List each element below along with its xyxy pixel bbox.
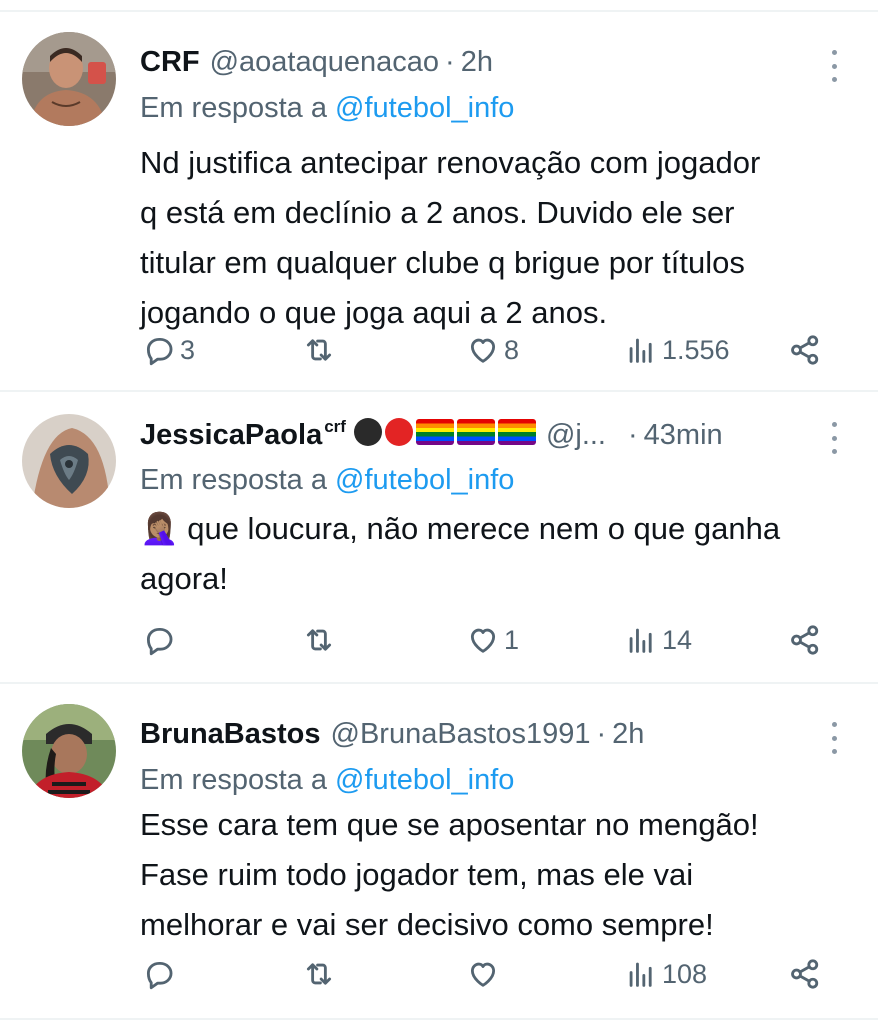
user-handle[interactable]: @aoataquenacao bbox=[210, 44, 439, 80]
reply-button[interactable] bbox=[142, 620, 180, 660]
views-icon bbox=[629, 962, 652, 987]
reply-icon bbox=[146, 961, 173, 990]
display-name[interactable]: JessicaPaola bbox=[140, 417, 322, 453]
more-icon[interactable] bbox=[828, 422, 840, 454]
views-button[interactable]: 14 bbox=[624, 620, 692, 660]
heart-icon bbox=[470, 962, 496, 987]
black-circle-icon bbox=[353, 418, 382, 446]
views-button[interactable]: 1.556 bbox=[624, 330, 730, 370]
avatar-image-icon bbox=[22, 414, 116, 508]
separator: · bbox=[628, 419, 638, 451]
reply-mention-link[interactable]: @futebol_info bbox=[335, 464, 514, 496]
share-icon bbox=[791, 959, 819, 989]
retweet-button[interactable] bbox=[302, 620, 340, 660]
red-circle-icon bbox=[384, 418, 413, 446]
like-button[interactable] bbox=[466, 954, 504, 994]
avatar[interactable] bbox=[22, 32, 116, 126]
reply-icon bbox=[146, 627, 173, 656]
like-count: 1 bbox=[504, 624, 520, 655]
reply-prefix: Em resposta a bbox=[140, 464, 336, 496]
tweet-header: BrunaBastos @BrunaBastos1991 · 2h bbox=[140, 716, 838, 752]
views-count: 14 bbox=[662, 624, 693, 655]
like-button[interactable]: 1 bbox=[466, 620, 519, 660]
like-count: 8 bbox=[504, 334, 520, 365]
avatar-image-icon bbox=[22, 704, 116, 798]
tweet-text-line: melhorar e vai ser decisivo como sempre! bbox=[140, 907, 714, 942]
reply-button[interactable] bbox=[142, 954, 180, 994]
timestamp[interactable]: 2h bbox=[612, 716, 644, 752]
tweet-text-fragment: que loucura, não merece nem o que ganha bbox=[178, 511, 781, 546]
rainbow-flag-icon bbox=[456, 419, 495, 445]
reply-mention-link[interactable]: @futebol_info bbox=[335, 764, 514, 796]
share-button[interactable] bbox=[788, 954, 822, 994]
tweet-text-line: q está em declínio a 2 anos. Duvido ele … bbox=[140, 195, 735, 230]
retweet-button[interactable] bbox=[302, 954, 340, 994]
timestamp[interactable]: 43min bbox=[644, 417, 723, 453]
display-name[interactable]: CRF bbox=[140, 44, 200, 80]
action-bar: 1 14 bbox=[0, 620, 878, 660]
rainbow-flag-icon bbox=[497, 419, 536, 445]
reply-count: 3 bbox=[180, 334, 196, 365]
separator: · bbox=[596, 718, 607, 750]
retweet-icon bbox=[306, 339, 332, 361]
views-count: 108 bbox=[662, 958, 708, 989]
reply-context: Em resposta a @futebol_info bbox=[140, 462, 514, 498]
avatar[interactable] bbox=[22, 704, 116, 798]
action-bar: 3 8 1.556 bbox=[0, 330, 878, 370]
views-icon bbox=[629, 338, 652, 363]
like-button[interactable]: 8 bbox=[466, 330, 519, 370]
display-name[interactable]: BrunaBastos bbox=[140, 716, 321, 752]
share-icon bbox=[791, 335, 819, 365]
reply-context: Em resposta a @futebol_info bbox=[140, 762, 514, 798]
user-handle[interactable]: @BrunaBastos1991 bbox=[331, 716, 591, 752]
action-bar: 108 bbox=[0, 954, 878, 994]
views-icon bbox=[629, 628, 652, 653]
tweet-text: 🤦🏽‍♀️ que loucura, não merece nem o que … bbox=[140, 504, 860, 604]
tweet-header: CRF @aoataquenacao · 2h bbox=[140, 44, 838, 80]
views-count: 1.556 bbox=[662, 334, 730, 365]
tweet-text-line: 🤦🏽‍♀️ que loucura, não merece nem o que … bbox=[140, 504, 860, 554]
separator: · bbox=[445, 46, 455, 78]
tweet-header: JessicaPaola crf @j... · 43min bbox=[140, 416, 838, 452]
tweet-text-line: Nd justifica antecipar renovação com jog… bbox=[140, 145, 761, 180]
facepalm-emoji: 🤦🏽‍♀️ bbox=[140, 511, 179, 546]
reply-prefix: Em resposta a bbox=[140, 764, 336, 796]
divider-bottom bbox=[0, 1018, 878, 1020]
rainbow-flag-icon bbox=[415, 419, 454, 445]
avatar[interactable] bbox=[22, 414, 116, 508]
user-handle[interactable]: @j... bbox=[546, 417, 606, 453]
reply-prefix: Em resposta a bbox=[140, 92, 336, 124]
views-button[interactable]: 108 bbox=[624, 954, 707, 994]
retweet-icon bbox=[306, 629, 332, 651]
share-icon bbox=[791, 625, 819, 655]
name-emojis bbox=[353, 418, 536, 446]
timestamp[interactable]: 2h bbox=[461, 44, 493, 80]
heart-icon bbox=[470, 628, 496, 653]
heart-icon bbox=[470, 338, 496, 363]
retweet-button[interactable] bbox=[302, 330, 340, 370]
tweet-text-line: titular em qualquer clube q brigue por t… bbox=[140, 245, 745, 280]
tweet-2[interactable]: JessicaPaola crf @j... · 43min Em respost… bbox=[0, 392, 878, 682]
tweet-text-line: Esse cara tem que se aposentar no mengão… bbox=[140, 807, 759, 842]
tweet-1[interactable]: CRF @aoataquenacao · 2h Em resposta a @f… bbox=[0, 12, 878, 390]
share-button[interactable] bbox=[788, 620, 822, 660]
share-button[interactable] bbox=[788, 330, 822, 370]
tweet-text-line: agora! bbox=[140, 561, 228, 596]
tweet-text: Nd justifica antecipar renovação com jog… bbox=[140, 138, 860, 338]
tweet-text-line: Fase ruim todo jogador tem, mas ele vai bbox=[140, 857, 694, 892]
display-name-superscript: crf bbox=[324, 417, 346, 436]
more-icon[interactable] bbox=[828, 50, 840, 82]
reply-context: Em resposta a @futebol_info bbox=[140, 90, 514, 126]
retweet-icon bbox=[306, 963, 332, 985]
avatar-image-icon bbox=[22, 32, 116, 126]
reply-mention-link[interactable]: @futebol_info bbox=[335, 92, 514, 124]
tweet-3[interactable]: BrunaBastos @BrunaBastos1991 · 2h Em res… bbox=[0, 684, 878, 1016]
reply-button[interactable]: 3 bbox=[142, 330, 195, 370]
reply-icon bbox=[146, 337, 173, 366]
more-icon[interactable] bbox=[828, 722, 840, 754]
tweet-text: Esse cara tem que se aposentar no mengão… bbox=[140, 800, 860, 950]
